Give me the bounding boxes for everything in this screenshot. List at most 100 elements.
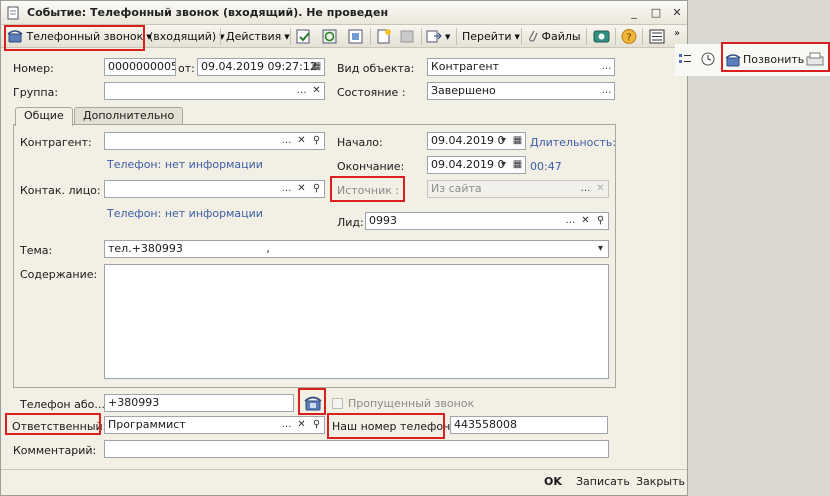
search-icon[interactable]: ⚲ — [309, 133, 324, 149]
tab-general[interactable]: Общие — [15, 107, 73, 126]
minimize-button[interactable]: _ — [627, 6, 641, 20]
subscriber-phone-field[interactable]: +380993 — [104, 394, 294, 412]
date-field-value: 09.04.2019 09:27:12 — [201, 60, 317, 73]
toolbar-separator — [290, 28, 291, 45]
date-from-label: от: — [178, 62, 195, 75]
clear-icon[interactable]: ✕ — [578, 213, 593, 229]
search-icon[interactable]: ⚲ — [309, 417, 324, 433]
select-button[interactable]: … — [279, 181, 294, 197]
select-button[interactable]: … — [599, 83, 614, 99]
goto-label: Перейти — [462, 30, 512, 43]
search-icon[interactable]: ⚲ — [593, 213, 608, 229]
document-icon — [7, 6, 19, 20]
our-phone-field[interactable]: 443558008 — [450, 416, 608, 434]
list-icon[interactable] — [648, 28, 666, 45]
object-type-value: Контрагент — [431, 60, 500, 73]
missed-call-label: Пропущенный звонок — [348, 397, 475, 410]
close-button[interactable]: Закрыть — [636, 475, 685, 488]
toolbar-overflow-button[interactable]: » — [674, 25, 680, 42]
toolbar-separator — [586, 28, 587, 45]
object-type-field[interactable]: Контрагент … — [427, 58, 615, 76]
create-based-menu[interactable]: ▼ — [426, 28, 450, 45]
clear-icon[interactable]: ✕ — [294, 417, 309, 433]
chevron-down-icon[interactable]: ▾ — [593, 241, 608, 257]
responsible-value: Программист — [108, 418, 186, 431]
contact-label: Контак. лицо: — [20, 184, 101, 197]
files-button[interactable]: Файлы — [528, 28, 581, 45]
structure-icon[interactable] — [347, 28, 365, 45]
toolbar-separator — [220, 28, 221, 45]
toolbar-separator — [615, 28, 616, 45]
settings-list-icon[interactable] — [678, 52, 692, 66]
toolbar-separator — [144, 28, 145, 45]
state-field[interactable]: Завершено … — [427, 82, 615, 100]
end-value: 09.04.2019 0 — [431, 158, 505, 171]
responsible-label: Ответственный: — [12, 420, 107, 433]
source-value: Из сайта — [431, 182, 482, 195]
select-button[interactable]: … — [279, 133, 294, 149]
number-field[interactable]: 00000000059 — [104, 58, 176, 76]
calendar-icon[interactable]: ▦ — [510, 157, 525, 173]
help-icon[interactable]: ? — [620, 28, 638, 45]
chevron-down-icon: ▼ — [445, 33, 451, 41]
call-phone-icon[interactable] — [304, 394, 322, 412]
select-button[interactable]: … — [563, 213, 578, 229]
object-type-label: Вид объекта: — [337, 62, 415, 75]
chevron-down-icon[interactable]: ▾ — [496, 133, 511, 149]
clear-icon[interactable]: ✕ — [294, 133, 309, 149]
duration-value: 00:47 — [530, 160, 562, 173]
select-button[interactable]: … — [279, 417, 294, 433]
search-icon[interactable]: ⚲ — [309, 181, 324, 197]
select-button: … — [580, 183, 591, 194]
side-panel: Позвонить — [675, 42, 830, 76]
select-button[interactable]: … — [294, 83, 309, 99]
chevron-down-icon[interactable]: ▾ — [496, 157, 511, 173]
clear-icon[interactable]: ✕ — [294, 181, 309, 197]
contact-field[interactable]: … ✕ ⚲ — [104, 180, 325, 198]
fax-icon[interactable] — [805, 51, 825, 67]
refresh-icon[interactable] — [321, 28, 339, 45]
window-title: Событие: Телефонный звонок (входящий). Н… — [27, 6, 389, 19]
save-button[interactable]: Записать — [576, 475, 630, 488]
phone-icon — [7, 30, 23, 43]
date-field[interactable]: 09.04.2019 09:27:12 ▦ — [197, 58, 325, 76]
lead-label: Лид: — [337, 216, 364, 229]
missed-call-checkbox[interactable] — [332, 398, 343, 409]
close-window-button[interactable]: ✕ — [670, 6, 684, 20]
event-type-menu[interactable]: Телефонный звонок ▼ — [7, 28, 152, 45]
calendar-icon[interactable]: ▦ — [510, 133, 525, 149]
state-value: Завершено — [431, 84, 496, 97]
tab-additional[interactable]: Дополнительно — [74, 107, 184, 125]
clear-icon[interactable]: ✕ — [309, 83, 324, 99]
duration-link[interactable]: Длительность: — [530, 136, 616, 149]
ok-button[interactable]: OK — [544, 475, 562, 488]
source-field: Из сайта … ✕ — [427, 180, 609, 198]
counterparty-phone-link[interactable]: Телефон: нет информации — [107, 158, 263, 171]
lead-field[interactable]: 0993 … ✕ ⚲ — [365, 212, 609, 230]
end-field[interactable]: 09.04.2019 0 ▾ ▦ — [427, 156, 526, 174]
comment-field[interactable] — [104, 440, 609, 458]
number-label: Номер: — [13, 62, 54, 75]
actions-menu[interactable]: Действия ▼ — [226, 28, 290, 45]
clock-icon[interactable] — [701, 52, 715, 66]
start-field[interactable]: 09.04.2019 0 ▾ ▦ — [427, 132, 526, 150]
group-label: Группа: — [13, 86, 59, 99]
group-field[interactable]: … ✕ — [104, 82, 325, 100]
counterparty-field[interactable]: … ✕ ⚲ — [104, 132, 325, 150]
camera-icon[interactable] — [593, 28, 611, 45]
responsible-field[interactable]: Программист … ✕ ⚲ — [104, 416, 325, 434]
select-button[interactable]: … — [599, 59, 614, 75]
content-textarea[interactable] — [104, 264, 609, 379]
subject-field[interactable]: тел.+380993 , ▾ — [104, 240, 609, 258]
chevron-down-icon: ▼ — [284, 33, 290, 41]
contact-phone-link[interactable]: Телефон: нет информации — [107, 207, 263, 220]
direction-menu[interactable]: (входящий) ▼ — [149, 28, 225, 45]
subject-value: тел.+380993 — [108, 242, 183, 255]
goto-menu[interactable]: Перейти ▼ — [462, 28, 520, 45]
calendar-icon[interactable]: ▦ — [309, 59, 324, 75]
toolbar-separator — [456, 28, 457, 45]
print-icon[interactable] — [398, 28, 416, 45]
maximize-button[interactable]: □ — [649, 6, 663, 20]
post-document-icon[interactable] — [295, 28, 313, 45]
new-copy-icon[interactable] — [375, 28, 393, 45]
